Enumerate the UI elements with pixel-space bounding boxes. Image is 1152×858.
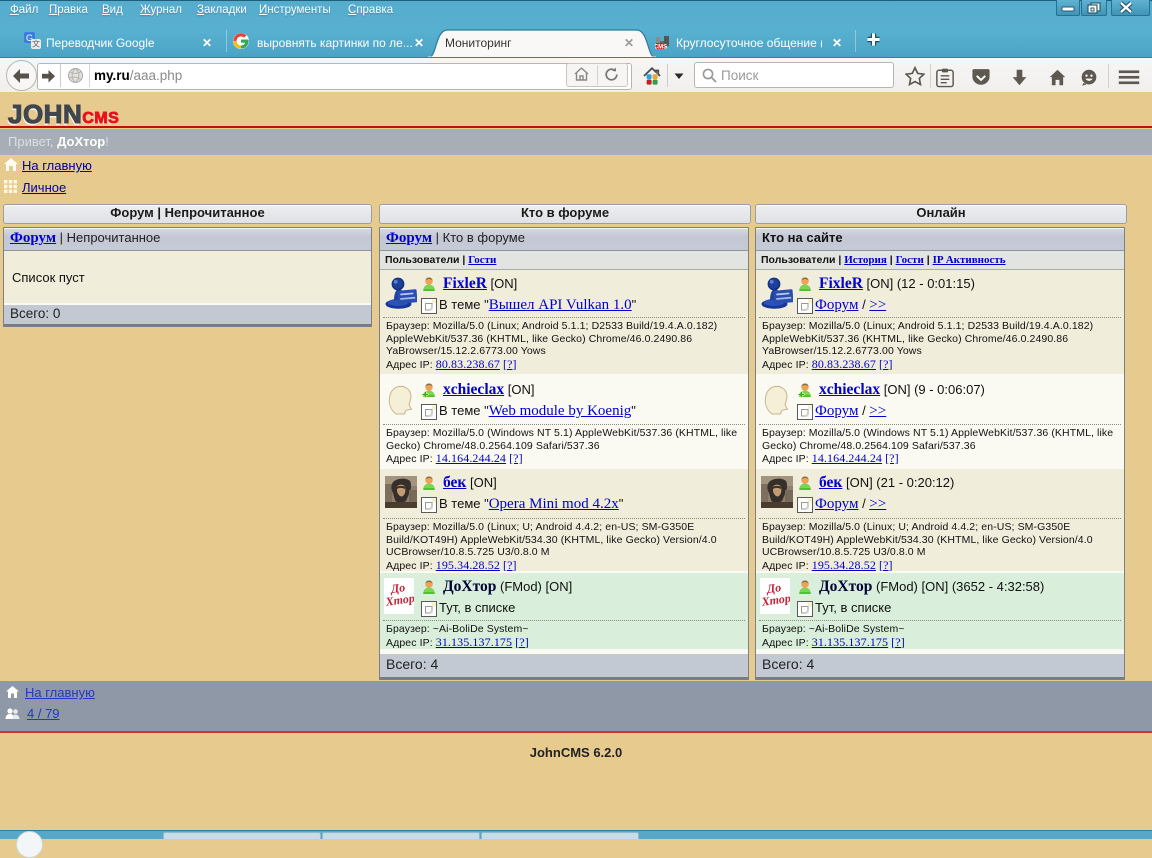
svg-text:CMS: CMS bbox=[655, 45, 667, 51]
svg-text:Хтор: Хтор bbox=[760, 591, 790, 609]
svg-text:Хтор: Хтор bbox=[384, 591, 414, 609]
svg-text:文: 文 bbox=[32, 39, 40, 49]
